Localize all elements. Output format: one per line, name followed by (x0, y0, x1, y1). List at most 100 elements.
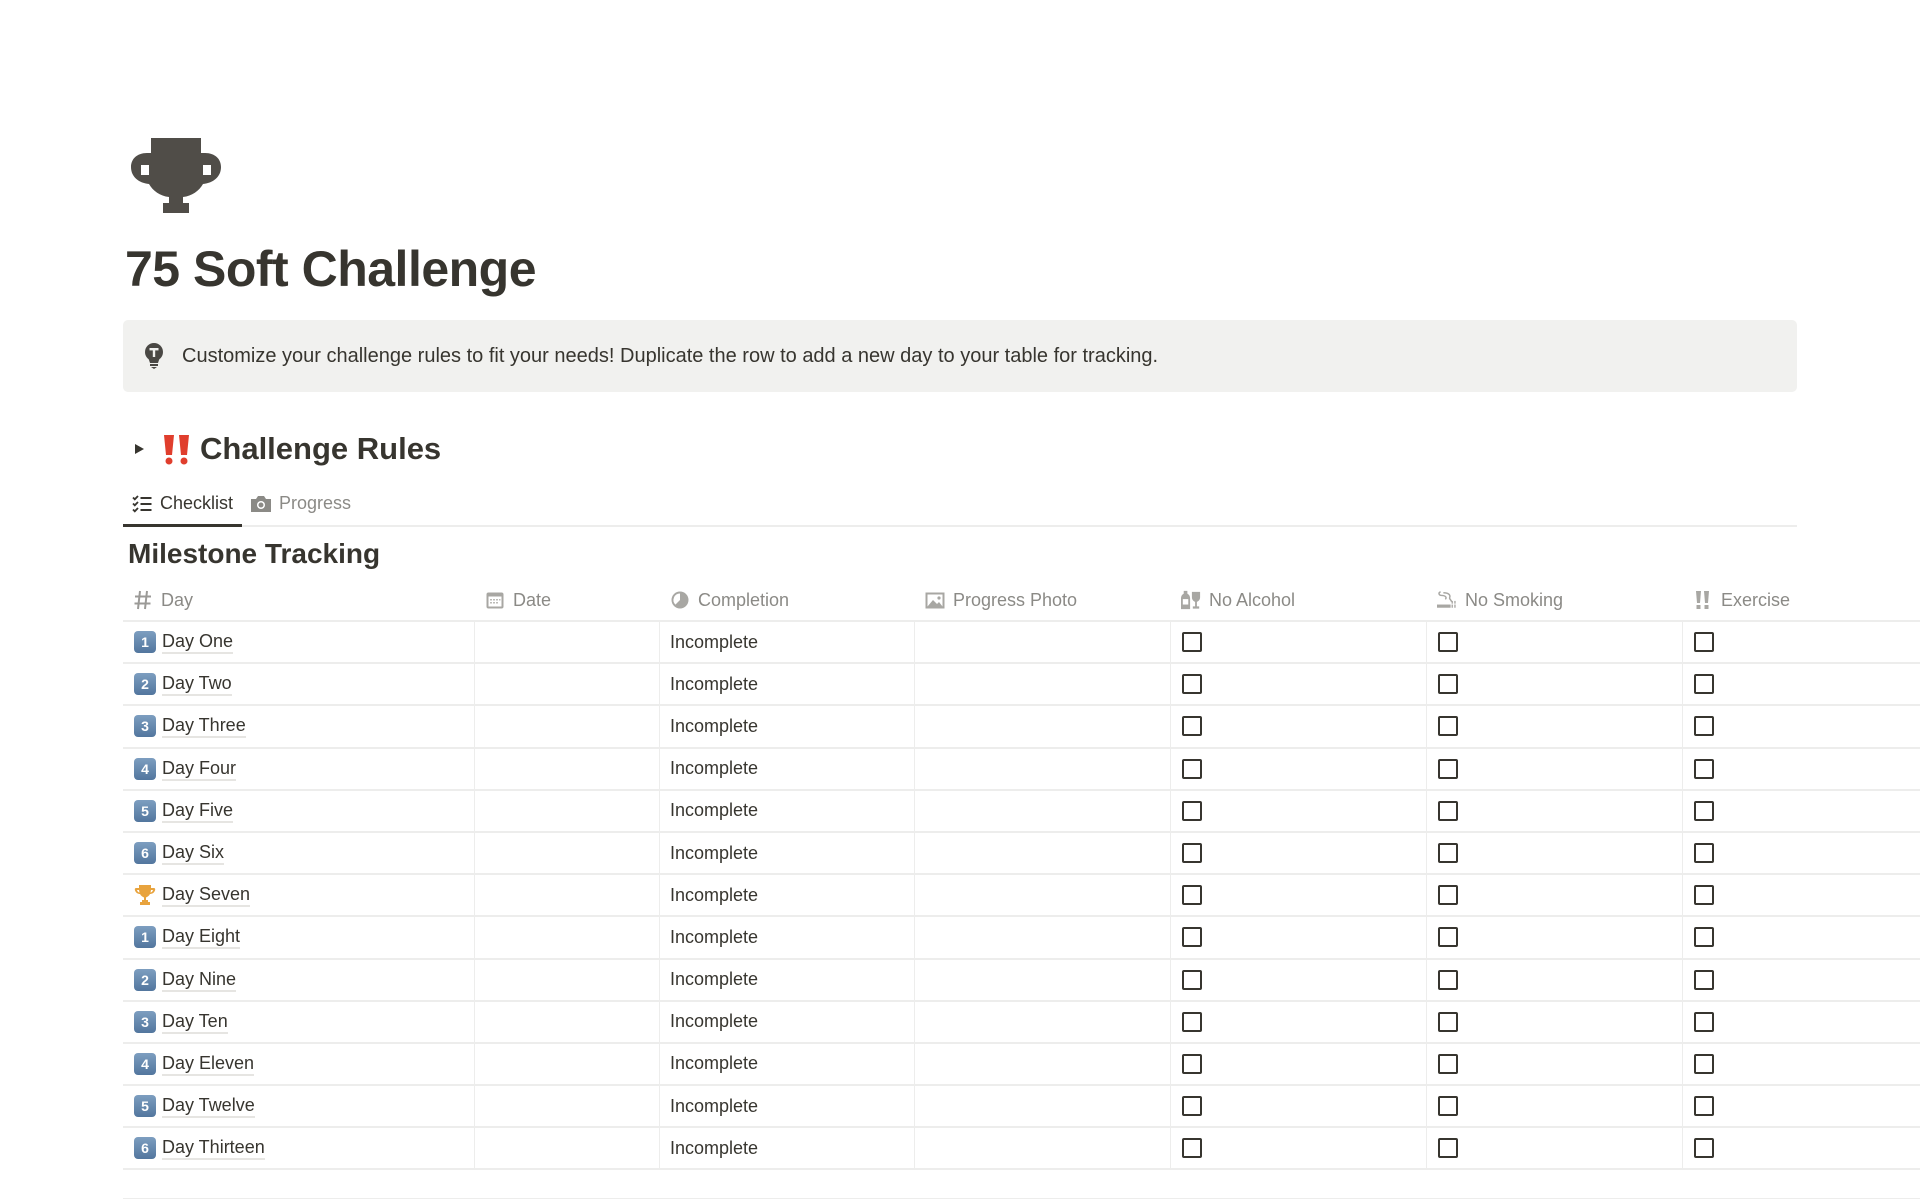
no-alcohol-checkbox[interactable] (1182, 632, 1202, 653)
column-header-no-alcohol[interactable]: No Alcohol (1171, 580, 1427, 620)
table-row[interactable]: 5 Day Twelve Incomplete (123, 1086, 1920, 1129)
table-row[interactable]: 6 Day Thirteen Incomplete (123, 1128, 1920, 1171)
table-row[interactable]: 2 Day Two Incomplete (123, 664, 1920, 707)
no-smoking-checkbox[interactable] (1438, 969, 1458, 990)
lightbulb-icon[interactable] (143, 343, 165, 369)
cell-date[interactable] (475, 875, 660, 916)
row-page-link[interactable]: Day Two (162, 672, 232, 697)
no-alcohol-checkbox[interactable] (1182, 927, 1202, 948)
cell-date[interactable] (475, 917, 660, 958)
cell-day[interactable]: 2 Day Two (123, 664, 475, 705)
cell-day[interactable]: 3 Day Ten (123, 1001, 475, 1042)
exercise-checkbox[interactable] (1694, 1096, 1714, 1117)
exercise-checkbox[interactable] (1694, 885, 1714, 906)
no-smoking-checkbox[interactable] (1438, 927, 1458, 948)
exercise-checkbox[interactable] (1694, 1011, 1714, 1032)
table-row[interactable]: Day Seven Incomplete (123, 875, 1920, 918)
row-page-link[interactable]: Day Three (162, 714, 246, 739)
no-alcohol-checkbox[interactable] (1182, 885, 1202, 906)
no-smoking-checkbox[interactable] (1438, 632, 1458, 653)
tab-checklist[interactable]: Checklist (123, 482, 243, 527)
exercise-checkbox[interactable] (1694, 927, 1714, 948)
cell-day[interactable]: 6 Day Six (123, 832, 475, 874)
column-header-date[interactable]: Date (475, 580, 660, 620)
no-alcohol-checkbox[interactable] (1182, 1011, 1202, 1032)
exercise-checkbox[interactable] (1694, 969, 1714, 990)
no-smoking-checkbox[interactable] (1438, 885, 1458, 906)
cell-progress-photo[interactable] (915, 1043, 1171, 1085)
table-row[interactable]: 5 Day Five Incomplete (123, 790, 1920, 833)
cell-progress-photo[interactable] (915, 1086, 1171, 1127)
cell-day[interactable]: 3 Day Three (123, 706, 475, 747)
cell-day[interactable]: Day Seven (123, 875, 475, 916)
cell-progress-photo[interactable] (915, 706, 1171, 747)
column-header-day[interactable]: Day (123, 580, 475, 620)
table-row[interactable]: 3 Day Ten Incomplete (123, 1001, 1920, 1044)
row-page-link[interactable]: Day Twelve (162, 1094, 255, 1119)
cell-day[interactable]: 5 Day Twelve (123, 1086, 475, 1127)
exercise-checkbox[interactable] (1694, 758, 1714, 779)
toggle-arrow-icon[interactable] (130, 440, 148, 458)
column-header-no-smoking[interactable]: No Smoking (1427, 580, 1683, 620)
row-page-link[interactable]: Day Thirteen (162, 1136, 265, 1161)
row-page-link[interactable]: Day Eight (162, 925, 241, 950)
page-trophy-icon[interactable] (131, 135, 221, 213)
table-row[interactable]: 6 Day Six Incomplete (123, 832, 1920, 876)
cell-progress-photo[interactable] (915, 748, 1171, 789)
cell-progress-photo[interactable] (915, 1001, 1171, 1042)
exercise-checkbox[interactable] (1694, 1138, 1714, 1159)
cell-date[interactable] (475, 1128, 660, 1169)
exercise-checkbox[interactable] (1694, 843, 1714, 864)
column-header-progress-photo[interactable]: Progress Photo (915, 580, 1171, 620)
no-smoking-checkbox[interactable] (1438, 758, 1458, 779)
table-row[interactable]: 2 Day Nine Incomplete (123, 959, 1920, 1002)
cell-date[interactable] (475, 832, 660, 874)
no-alcohol-checkbox[interactable] (1182, 1096, 1202, 1117)
no-alcohol-checkbox[interactable] (1182, 716, 1202, 737)
row-page-link[interactable]: Day Five (162, 799, 234, 823)
no-smoking-checkbox[interactable] (1438, 716, 1458, 737)
table-row[interactable]: 4 Day Eleven Incomplete (123, 1043, 1920, 1087)
cell-date[interactable] (475, 959, 660, 1000)
cell-progress-photo[interactable] (915, 664, 1171, 705)
no-smoking-checkbox[interactable] (1438, 1053, 1458, 1074)
no-smoking-checkbox[interactable] (1438, 800, 1458, 821)
cell-progress-photo[interactable] (915, 622, 1171, 663)
exercise-checkbox[interactable] (1694, 1053, 1714, 1074)
toggle-heading-title[interactable]: Challenge Rules (200, 431, 441, 467)
no-alcohol-checkbox[interactable] (1182, 758, 1202, 779)
cell-progress-photo[interactable] (915, 959, 1171, 1000)
cell-date[interactable] (475, 1086, 660, 1127)
column-header-completion[interactable]: Completion (660, 580, 915, 620)
column-header-exercise[interactable]: Exercise (1683, 580, 1920, 620)
cell-day[interactable]: 1 Day One (123, 622, 475, 663)
cell-day[interactable]: 2 Day Nine (123, 959, 475, 1000)
exercise-checkbox[interactable] (1694, 674, 1714, 695)
cell-date[interactable] (475, 1001, 660, 1042)
cell-date[interactable] (475, 1043, 660, 1085)
cell-date[interactable] (475, 790, 660, 831)
database-title[interactable]: Milestone Tracking (128, 538, 380, 570)
no-smoking-checkbox[interactable] (1438, 843, 1458, 864)
table-row[interactable]: 3 Day Three Incomplete (123, 706, 1920, 749)
no-alcohol-checkbox[interactable] (1182, 1138, 1202, 1159)
cell-day[interactable]: 1 Day Eight (123, 917, 475, 958)
row-page-link[interactable]: Day Nine (162, 968, 237, 992)
no-alcohol-checkbox[interactable] (1182, 674, 1202, 695)
exercise-checkbox[interactable] (1694, 716, 1714, 737)
row-page-link[interactable]: Day One (162, 630, 234, 655)
exercise-checkbox[interactable] (1694, 632, 1714, 653)
cell-date[interactable] (475, 622, 660, 663)
cell-day[interactable]: 5 Day Five (123, 790, 475, 831)
cell-progress-photo[interactable] (915, 832, 1171, 874)
no-smoking-checkbox[interactable] (1438, 1096, 1458, 1117)
cell-progress-photo[interactable] (915, 790, 1171, 831)
no-smoking-checkbox[interactable] (1438, 674, 1458, 695)
no-smoking-checkbox[interactable] (1438, 1011, 1458, 1032)
row-page-link[interactable]: Day Ten (162, 1010, 228, 1034)
cell-date[interactable] (475, 748, 660, 789)
table-row[interactable]: 1 Day Eight Incomplete (123, 917, 1920, 960)
cell-date[interactable] (475, 664, 660, 705)
row-page-link[interactable]: Day Six (162, 841, 225, 866)
no-smoking-checkbox[interactable] (1438, 1138, 1458, 1159)
